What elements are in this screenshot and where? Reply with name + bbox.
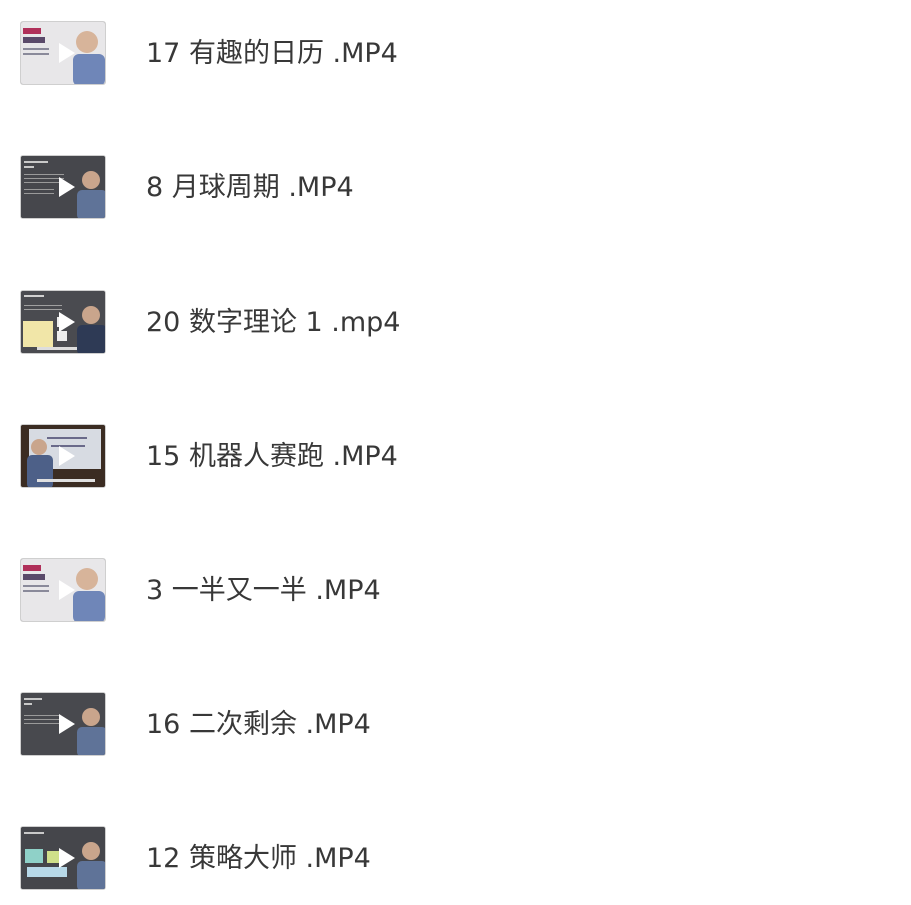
file-row-7[interactable]: 12 策略大师 .MP4 — [0, 815, 911, 905]
file-name[interactable]: 15 机器人赛跑 .MP4 — [146, 440, 398, 474]
file-name[interactable]: 12 策略大师 .MP4 — [146, 842, 371, 876]
video-thumbnail[interactable] — [20, 424, 106, 488]
file-row-4[interactable]: 15 机器人赛跑 .MP4 — [0, 413, 911, 503]
play-icon — [59, 580, 75, 600]
file-row-3[interactable]: 20 数字理论 1 .mp4 — [0, 279, 911, 369]
play-icon — [59, 446, 75, 466]
play-icon — [59, 714, 75, 734]
video-thumbnail[interactable] — [20, 155, 106, 219]
play-icon — [59, 177, 75, 197]
video-thumbnail[interactable] — [20, 290, 106, 354]
file-name[interactable]: 20 数字理论 1 .mp4 — [146, 306, 400, 340]
file-name[interactable]: 16 二次剩余 .MP4 — [146, 708, 371, 742]
play-icon — [59, 848, 75, 868]
file-name[interactable]: 8 月球周期 .MP4 — [146, 171, 354, 205]
file-name[interactable]: 17 有趣的日历 .MP4 — [146, 37, 398, 71]
video-thumbnail[interactable] — [20, 558, 106, 622]
file-row-5[interactable]: 3 一半又一半 .MP4 — [0, 547, 911, 637]
file-row-1[interactable]: 17 有趣的日历 .MP4 — [0, 10, 911, 100]
video-thumbnail[interactable] — [20, 692, 106, 756]
file-name[interactable]: 3 一半又一半 .MP4 — [146, 574, 381, 608]
file-list: 17 有趣的日历 .MP4 8 月球周期 .MP4 20 数字理论 1 .mp4… — [0, 0, 911, 904]
video-thumbnail[interactable] — [20, 21, 106, 85]
file-row-2[interactable]: 8 月球周期 .MP4 — [0, 144, 911, 234]
file-row-6[interactable]: 16 二次剩余 .MP4 — [0, 681, 911, 771]
play-icon — [59, 312, 75, 332]
video-thumbnail[interactable] — [20, 826, 106, 890]
play-icon — [59, 43, 75, 63]
